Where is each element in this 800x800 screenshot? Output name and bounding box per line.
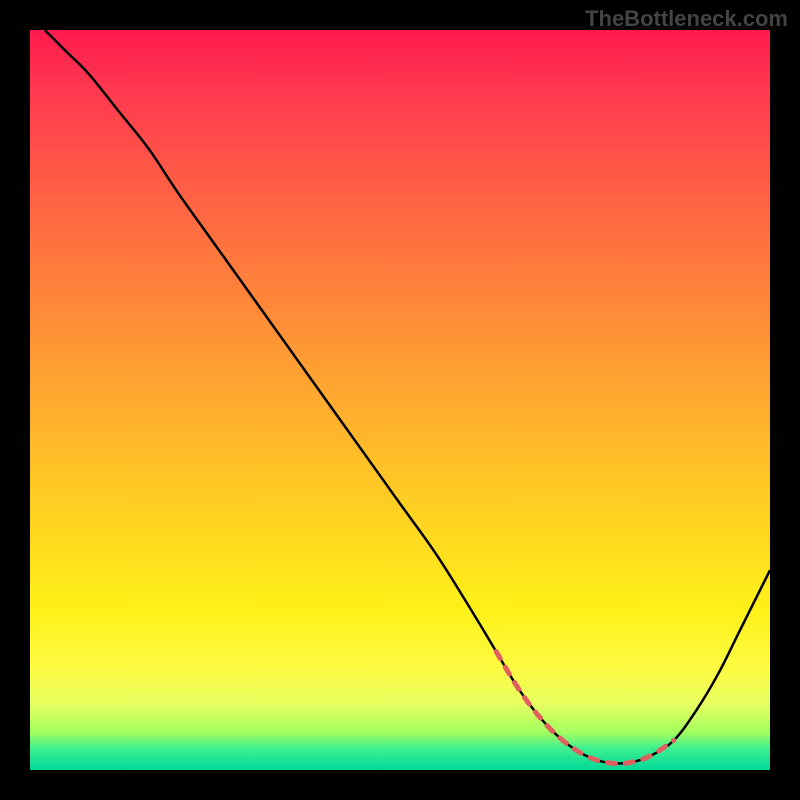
- chart-svg: [30, 30, 770, 770]
- optimal-mark: [496, 652, 674, 764]
- watermark: TheBottleneck.com: [585, 6, 788, 32]
- chart-plot-area: [30, 30, 770, 770]
- bottleneck-curve: [45, 30, 770, 764]
